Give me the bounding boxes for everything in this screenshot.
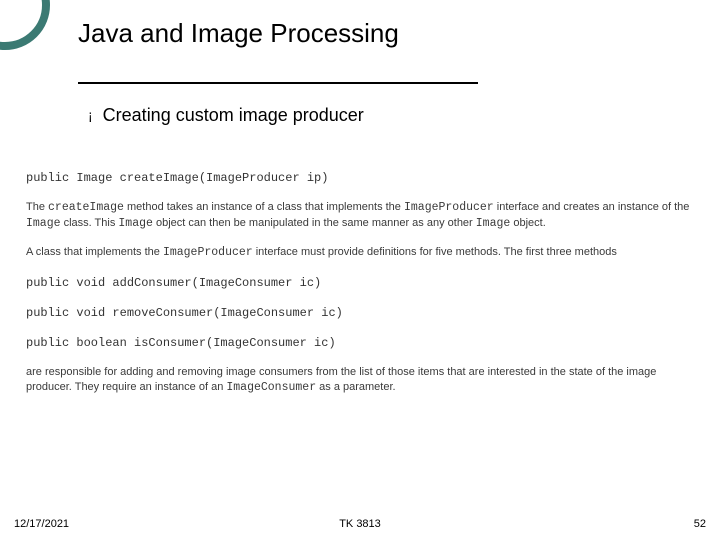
paragraph-consumer-desc: are responsible for adding and removing … xyxy=(26,365,694,395)
slide: Java and Image Processing ¡ Creating cus… xyxy=(0,0,720,540)
text-span: object. xyxy=(510,217,545,229)
code-inline: ImageProducer xyxy=(163,246,253,259)
code-isconsumer-signature: public boolean isConsumer(ImageConsumer … xyxy=(26,335,694,351)
code-inline: ImageConsumer xyxy=(226,381,316,394)
bullet-marker-icon: ¡ xyxy=(88,104,93,126)
footer-date: 12/17/2021 xyxy=(14,518,69,530)
paragraph-createimage-desc: The createImage method takes an instance… xyxy=(26,200,694,231)
footer-course-code: TK 3813 xyxy=(339,518,381,530)
title-underline xyxy=(78,82,478,84)
text-span: interface and creates an instance of the xyxy=(494,201,690,213)
code-addconsumer-signature: public void addConsumer(ImageConsumer ic… xyxy=(26,275,694,291)
text-span: object can then be manipulated in the sa… xyxy=(153,217,476,229)
text-span: interface must provide definitions for f… xyxy=(253,246,617,258)
text-span: A class that implements the xyxy=(26,246,163,258)
bullet-item: ¡ Creating custom image producer xyxy=(88,104,364,126)
code-createimage-signature: public Image createImage(ImageProducer i… xyxy=(26,170,694,186)
code-inline: Image xyxy=(26,217,61,230)
text-span: class. This xyxy=(61,217,119,229)
paragraph-interface-intro: A class that implements the ImageProduce… xyxy=(26,245,694,261)
code-removeconsumer-signature: public void removeConsumer(ImageConsumer… xyxy=(26,305,694,321)
text-span: as a parameter. xyxy=(316,381,396,393)
text-span: The xyxy=(26,201,48,213)
code-inline: ImageProducer xyxy=(404,201,494,214)
slide-title: Java and Image Processing xyxy=(78,18,399,49)
accent-circle-icon xyxy=(0,0,50,50)
code-inline: createImage xyxy=(48,201,124,214)
code-inline: Image xyxy=(476,217,511,230)
text-span: method takes an instance of a class that… xyxy=(124,201,404,213)
bullet-text: Creating custom image producer xyxy=(103,104,364,126)
code-inline: Image xyxy=(118,217,153,230)
footer-page-number: 52 xyxy=(694,518,706,530)
footer: 12/17/2021 TK 3813 52 xyxy=(0,518,720,530)
body-content: public Image createImage(ImageProducer i… xyxy=(26,170,694,410)
